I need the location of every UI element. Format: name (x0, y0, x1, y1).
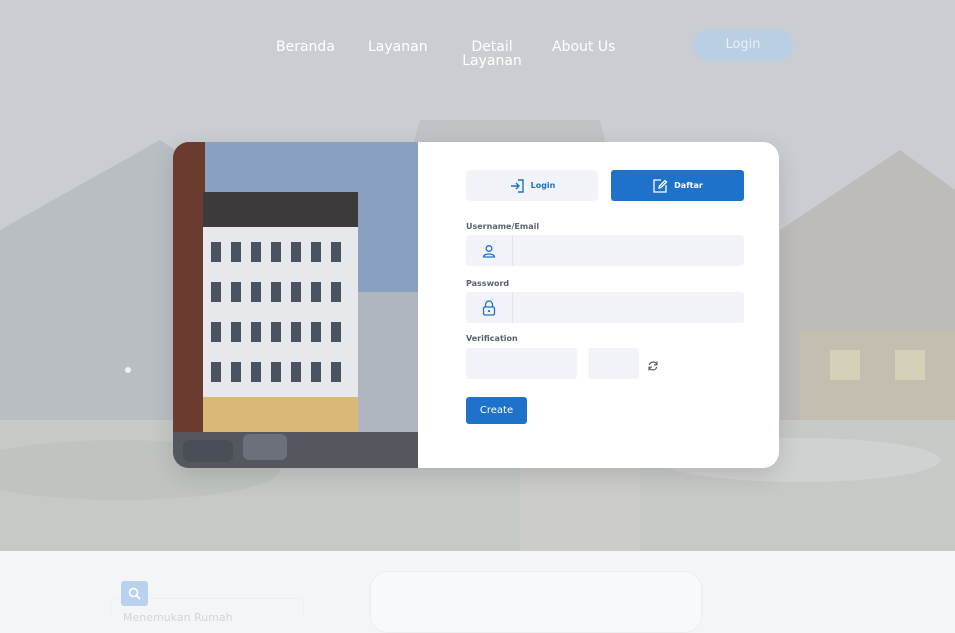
refresh-icon[interactable] (647, 357, 659, 376)
nav-login-button[interactable]: Login (693, 29, 793, 61)
nav-beranda[interactable]: Beranda (276, 40, 335, 54)
tab-login-label: Login (530, 181, 556, 190)
username-field[interactable] (466, 235, 744, 266)
user-icon (466, 235, 513, 266)
login-icon (510, 178, 524, 193)
captcha-image (588, 348, 639, 379)
username-label: Username/Email (466, 222, 540, 231)
password-field[interactable] (466, 292, 744, 323)
auth-card: Login Daftar Username/Email Password Ver… (173, 142, 779, 468)
verification-input[interactable] (466, 348, 577, 379)
bottom-panel (370, 571, 702, 633)
lock-icon (466, 292, 513, 323)
search-placeholder: Menemukan Rumah (123, 611, 233, 624)
nav-about-us[interactable]: About Us (552, 40, 615, 54)
tab-register[interactable]: Daftar (611, 170, 744, 201)
building-image (173, 142, 418, 468)
password-label: Password (466, 279, 510, 288)
create-button[interactable]: Create (466, 397, 527, 424)
tab-register-label: Daftar (674, 181, 703, 190)
search-button[interactable] (121, 581, 148, 606)
verification-label: Verification (466, 334, 518, 343)
nav-layanan[interactable]: Layanan (368, 40, 428, 54)
edit-icon (653, 178, 668, 193)
nav-detail-layanan-line2: Layanan (462, 53, 522, 69)
nav-detail-layanan[interactable]: Detail Layanan (460, 40, 524, 68)
hero-section: Beranda Layanan Detail Layanan About Us … (0, 0, 955, 551)
tab-login[interactable]: Login (466, 170, 598, 201)
search-icon (128, 587, 141, 600)
